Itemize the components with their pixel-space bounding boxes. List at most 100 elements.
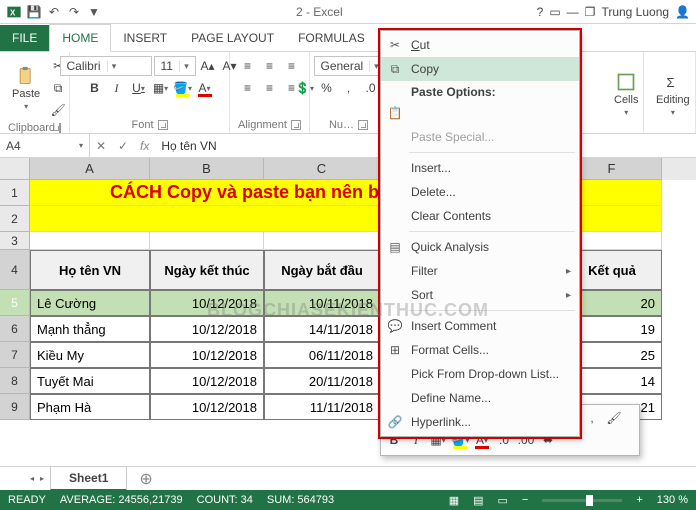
align-top-icon[interactable]: ≡ bbox=[238, 56, 258, 76]
view-break-icon[interactable]: ▭ bbox=[498, 494, 508, 507]
mini-comma-icon[interactable]: , bbox=[582, 408, 602, 428]
redo-icon[interactable]: ↷ bbox=[66, 4, 82, 20]
header-b[interactable]: Ngày kết thúc bbox=[150, 250, 264, 290]
user-name[interactable]: Trung Luong bbox=[601, 5, 669, 19]
clipboard-launcher[interactable] bbox=[59, 123, 61, 133]
header-c[interactable]: Ngày bắt đầu bbox=[264, 250, 380, 290]
format-painter-icon[interactable]: 🖌 bbox=[48, 100, 68, 120]
header-a[interactable]: Họ tên VN bbox=[30, 250, 150, 290]
help-icon[interactable]: ? bbox=[537, 5, 544, 19]
cm-cut[interactable]: ✂Cut bbox=[381, 33, 579, 57]
number-launcher[interactable] bbox=[358, 120, 368, 130]
undo-icon[interactable]: ↶ bbox=[46, 4, 62, 20]
cm-copy[interactable]: ⧉Copy bbox=[381, 57, 579, 81]
underline-button[interactable]: U▾ bbox=[129, 78, 149, 98]
increase-decimal-icon[interactable]: .0 bbox=[361, 78, 381, 98]
name-box[interactable]: A4▾ bbox=[0, 134, 90, 157]
percent-icon[interactable]: % bbox=[317, 78, 337, 98]
cancel-icon[interactable]: ✕ bbox=[90, 139, 112, 153]
align-middle-icon[interactable]: ≡ bbox=[260, 56, 280, 76]
row-header-9[interactable]: 9 bbox=[0, 394, 30, 420]
cell[interactable]: 10/12/2018 bbox=[150, 342, 264, 368]
col-header-b[interactable]: B bbox=[150, 158, 264, 180]
cell[interactable]: Kiều My bbox=[30, 342, 150, 368]
new-sheet-button[interactable]: ⊕ bbox=[133, 469, 158, 489]
row-header-2[interactable]: 2 bbox=[0, 206, 30, 232]
alignment-launcher[interactable] bbox=[291, 120, 301, 130]
row-header-3[interactable]: 3 bbox=[0, 232, 30, 250]
italic-button[interactable]: I bbox=[107, 78, 127, 98]
font-name-combo[interactable]: Calibri▾ bbox=[60, 56, 152, 76]
cm-insert[interactable]: Insert... bbox=[381, 156, 579, 180]
row-header-7[interactable]: 7 bbox=[0, 342, 30, 368]
view-normal-icon[interactable]: ▦ bbox=[449, 494, 459, 507]
font-launcher[interactable] bbox=[158, 120, 168, 130]
cm-format-cells[interactable]: ⊞Format Cells... bbox=[381, 338, 579, 362]
select-all-corner[interactable] bbox=[0, 158, 30, 180]
row-header-5[interactable]: 5 bbox=[0, 290, 30, 316]
cell[interactable]: 20/11/2018 bbox=[264, 368, 380, 394]
row-header-8[interactable]: 8 bbox=[0, 368, 30, 394]
cm-define-name[interactable]: Define Name... bbox=[381, 386, 579, 410]
border-button[interactable]: ▦▾ bbox=[151, 78, 171, 98]
editing-button[interactable]: ΣEditing▾ bbox=[652, 68, 694, 121]
copy-icon[interactable]: ⧉ bbox=[48, 78, 68, 98]
qat-customize-icon[interactable]: ▼ bbox=[86, 4, 102, 20]
cm-paste-option[interactable]: 📋 bbox=[381, 101, 579, 125]
tab-insert[interactable]: INSERT bbox=[111, 25, 179, 51]
cell[interactable]: 11/11/2018 bbox=[264, 394, 380, 420]
tab-home[interactable]: HOME bbox=[49, 24, 111, 52]
fill-color-button[interactable]: 🪣▾ bbox=[173, 78, 193, 98]
cell[interactable] bbox=[264, 232, 380, 250]
bold-button[interactable]: B bbox=[85, 78, 105, 98]
tab-file[interactable]: FILE bbox=[0, 25, 49, 51]
cm-paste-special[interactable]: Paste Special... bbox=[381, 125, 579, 149]
cell[interactable]: Tuyết Mai bbox=[30, 368, 150, 394]
row-header-4[interactable]: 4 bbox=[0, 250, 30, 290]
user-avatar-icon[interactable]: 👤 bbox=[675, 5, 690, 19]
number-format-combo[interactable]: General▾ bbox=[314, 56, 384, 76]
cell[interactable]: Lê Cường bbox=[30, 290, 150, 316]
cm-filter[interactable]: Filter▸ bbox=[381, 259, 579, 283]
save-icon[interactable]: 💾 bbox=[26, 4, 42, 20]
font-size-combo[interactable]: 11▾ bbox=[154, 56, 196, 76]
cm-clear[interactable]: Clear Contents bbox=[381, 204, 579, 228]
zoom-in-icon[interactable]: + bbox=[636, 494, 642, 506]
sheet-tab-1[interactable]: Sheet1 bbox=[50, 466, 127, 491]
tab-formulas[interactable]: FORMULAS bbox=[286, 25, 377, 51]
cells-button[interactable]: Cells▾ bbox=[610, 68, 642, 121]
mini-format-painter-icon[interactable]: 🖌 bbox=[604, 408, 624, 428]
cell[interactable]: Mạnh thẳng bbox=[30, 316, 150, 342]
view-page-icon[interactable]: ▤ bbox=[473, 494, 483, 507]
enter-icon[interactable]: ✓ bbox=[112, 139, 134, 153]
cm-pick-list[interactable]: Pick From Drop-down List... bbox=[381, 362, 579, 386]
currency-icon[interactable]: 💲▾ bbox=[295, 78, 315, 98]
align-bottom-icon[interactable]: ≡ bbox=[282, 56, 302, 76]
cell[interactable]: Phạm Hà bbox=[30, 394, 150, 420]
tab-pagelayout[interactable]: PAGE LAYOUT bbox=[179, 25, 286, 51]
ribbon-options-icon[interactable]: ▭ bbox=[549, 5, 560, 19]
col-header-c[interactable]: C bbox=[264, 158, 380, 180]
zoom-slider[interactable] bbox=[542, 499, 622, 502]
col-header-a[interactable]: A bbox=[30, 158, 150, 180]
row-header-1[interactable]: 1 bbox=[0, 180, 30, 206]
sheet-nav-right-icon[interactable]: ▸ bbox=[40, 474, 44, 483]
font-color-button[interactable]: A▾ bbox=[195, 78, 215, 98]
align-center-icon[interactable]: ≡ bbox=[260, 78, 280, 98]
comma-icon[interactable]: , bbox=[339, 78, 359, 98]
cm-delete[interactable]: Delete... bbox=[381, 180, 579, 204]
cell[interactable]: 10/12/2018 bbox=[150, 394, 264, 420]
fx-icon[interactable]: fx bbox=[134, 139, 155, 153]
align-left-icon[interactable]: ≡ bbox=[238, 78, 258, 98]
cm-hyperlink[interactable]: 🔗Hyperlink... bbox=[381, 410, 579, 434]
cell[interactable]: 06/11/2018 bbox=[264, 342, 380, 368]
sheet-nav-left-icon[interactable]: ◂ bbox=[30, 474, 34, 483]
cm-quick-analysis[interactable]: ▤Quick Analysis bbox=[381, 235, 579, 259]
paste-button[interactable]: Paste▾ bbox=[8, 62, 44, 115]
minimize-icon[interactable]: — bbox=[567, 5, 579, 19]
cell[interactable] bbox=[30, 232, 150, 250]
increase-font-icon[interactable]: A▴ bbox=[198, 56, 218, 76]
restore-icon[interactable]: ❐ bbox=[585, 5, 596, 19]
cell[interactable] bbox=[150, 232, 264, 250]
row-header-6[interactable]: 6 bbox=[0, 316, 30, 342]
